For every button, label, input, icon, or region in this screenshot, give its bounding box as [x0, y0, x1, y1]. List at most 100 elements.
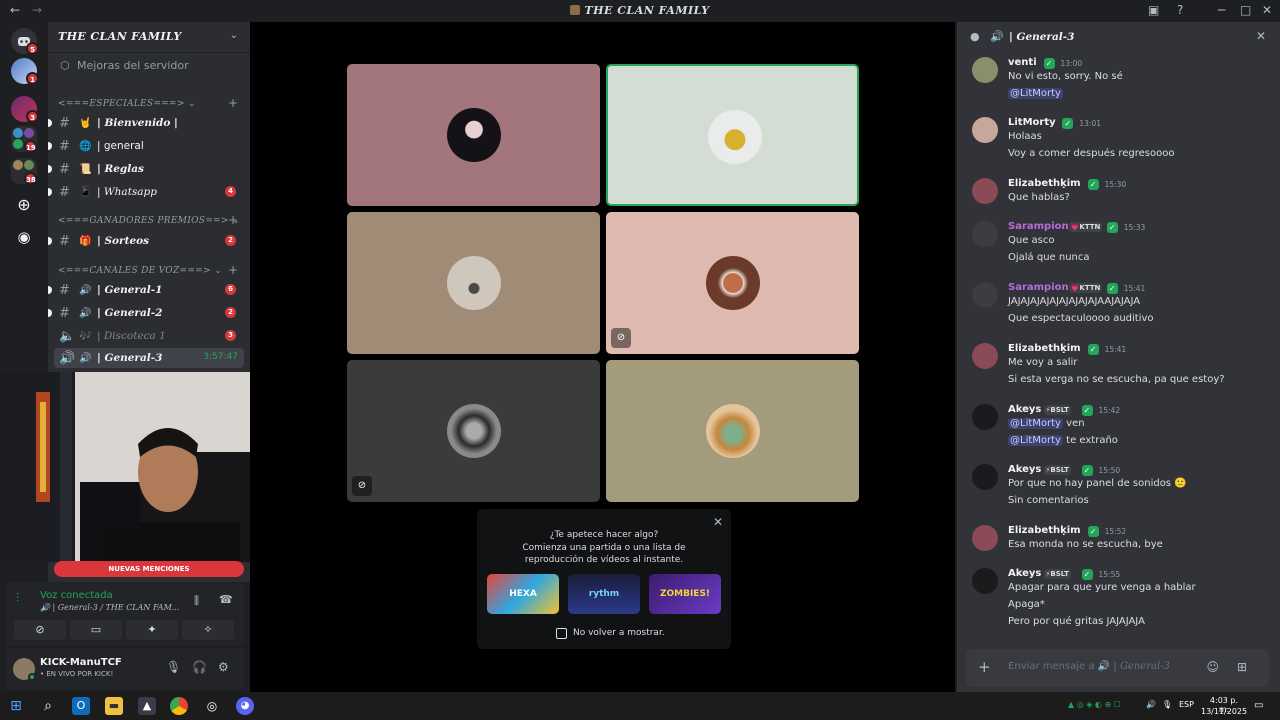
search-icon[interactable]: ⌕ [39, 697, 57, 715]
tray-icons[interactable]: ▲ ◎ ◈ ◐ ⊕ ☐ [1068, 700, 1121, 709]
windows-start-icon[interactable]: ⊞ [7, 697, 25, 715]
category-canales-de-voz[interactable]: <===CANALES DE VOZ===> ⌄ [58, 266, 222, 276]
screen-share-icon[interactable]: ▭ [70, 620, 122, 640]
language-indicator[interactable]: ESP [1179, 700, 1194, 709]
user-mention[interactable]: @LitMorty [1008, 418, 1063, 429]
channel-general-1[interactable]: # 🔊 | General-1 6 [48, 280, 244, 300]
server-folder-icon[interactable]: 19 [11, 126, 37, 153]
date[interactable]: 13/11/2025 [1201, 707, 1247, 716]
emoji-icon[interactable]: ☺ [1206, 660, 1219, 674]
noise-suppression-icon[interactable]: ⫼ [194, 594, 199, 608]
avatar[interactable] [972, 464, 998, 490]
participant-tile[interactable]: ⊘ [606, 212, 859, 354]
message-author[interactable]: Elizabethḳim [1008, 178, 1081, 189]
microphone-icon[interactable]: 🎙 [166, 660, 181, 674]
dont-show-again-checkbox[interactable] [556, 628, 567, 639]
message-author[interactable]: Elizabethḳim [1008, 525, 1081, 536]
signal-icon[interactable]: ⫶ [16, 591, 19, 606]
participant-tile-speaking[interactable] [606, 64, 859, 206]
message-author[interactable]: Sarampion [1008, 282, 1069, 293]
maximize-icon[interactable]: □ [1240, 3, 1251, 17]
username[interactable]: KICK-ManuTCF [40, 657, 122, 668]
app-icon[interactable]: ▲ [138, 697, 156, 715]
channel-whatsapp[interactable]: # 📱 | Whatsapp 4 [48, 182, 244, 202]
apps-icon[interactable]: ⊞ [1237, 660, 1247, 674]
message-author[interactable]: Sarampion [1008, 221, 1069, 232]
inbox-icon[interactable]: ▣ [1148, 3, 1159, 17]
avatar[interactable] [972, 404, 998, 430]
volume-icon[interactable]: 🔊 [1146, 700, 1156, 709]
category-especiales[interactable]: <===ESPECIALES===> ⌄ [58, 99, 196, 109]
add-channel-icon[interactable]: + [228, 96, 238, 110]
server-folder-icon[interactable]: 38 [11, 158, 37, 185]
server-icon[interactable]: 1 [11, 58, 39, 85]
muted-icon: ⊘ [352, 476, 372, 496]
user-mention[interactable]: @LitMorty [1008, 435, 1063, 446]
channel-discoteca-1[interactable]: 🔈 🎶 | Discoteca 1 3 [54, 326, 244, 346]
game-card-rythm[interactable]: rythm [568, 574, 640, 614]
add-server-icon[interactable]: ⊕ [11, 192, 37, 218]
avatar[interactable] [972, 221, 998, 247]
server-boost-link[interactable]: Mejoras del servidor [77, 59, 189, 72]
minimize-icon[interactable]: ─ [1218, 3, 1225, 17]
category-ganadores[interactable]: <===GANADORES PREMIOS==> ⌄ [58, 216, 240, 226]
close-window-icon[interactable]: ✕ [1262, 3, 1272, 17]
help-icon[interactable]: ? [1177, 3, 1183, 17]
chrome-icon[interactable] [170, 697, 188, 715]
avatar[interactable] [972, 178, 998, 204]
discord-home-icon[interactable]: 5 [11, 28, 39, 55]
message-author[interactable]: venti [1008, 57, 1037, 68]
avatar[interactable] [972, 568, 998, 594]
voice-status[interactable]: Voz conectada [40, 590, 113, 601]
notifications-icon[interactable]: ▭ [1254, 700, 1263, 711]
channel-general-2[interactable]: # 🔊 | General-2 2 [48, 303, 244, 323]
discord-taskbar-icon[interactable]: ◕ [236, 697, 254, 715]
server-name[interactable]: THE CLAN FAMILY [58, 30, 182, 43]
channel-bienvenido[interactable]: # 🤘 | Bienvenido | [48, 113, 244, 133]
disconnect-icon[interactable]: ☎ [219, 593, 233, 606]
unread-indicator [48, 188, 52, 196]
add-channel-icon[interactable]: + [228, 263, 238, 277]
participant-tile[interactable] [347, 64, 600, 206]
avatar[interactable] [972, 282, 998, 308]
activities-icon[interactable]: ✦ [126, 620, 178, 640]
outlook-icon[interactable]: O [72, 697, 90, 715]
soundboard-icon[interactable]: ✧ [182, 620, 234, 640]
new-mentions-button[interactable]: NUEVAS MENCIONES [54, 561, 244, 577]
headphones-icon[interactable]: 🎧 [192, 660, 207, 674]
message-author[interactable]: LitMorty [1008, 117, 1056, 128]
close-icon[interactable]: ✕ [713, 515, 723, 529]
voice-channel-link[interactable]: 🔊 | General-3 / THE CLAN FAM... [40, 603, 179, 612]
message-author[interactable]: Akeys [1008, 404, 1041, 415]
chevron-down-icon[interactable]: ⌄ [230, 30, 238, 41]
avatar[interactable] [972, 343, 998, 369]
channel-reglas[interactable]: # 📜 | Reglas [48, 159, 244, 179]
avatar[interactable] [972, 57, 998, 83]
message-author[interactable]: Akeys [1008, 568, 1041, 579]
channel-general-3[interactable]: 🔊 🔊 | General-3 3:57:47 [54, 348, 244, 368]
camera-off-icon[interactable]: ⊘ [14, 620, 66, 640]
message-author[interactable]: Akeys [1008, 464, 1041, 475]
message-input[interactable]: + Enviar mensaje a 🔊 | General-3 ☺ ⊞ [966, 649, 1269, 687]
avatar[interactable] [972, 117, 998, 143]
avatar[interactable] [972, 525, 998, 551]
file-explorer-icon[interactable]: ▬ [105, 697, 123, 715]
discover-icon[interactable]: ◉ [11, 224, 37, 250]
participant-tile[interactable] [606, 360, 859, 502]
server-icon[interactable]: 3 [11, 96, 39, 123]
game-card-zombies[interactable]: ZOMBIES! [649, 574, 721, 614]
settings-gear-icon[interactable]: ⚙ [218, 660, 229, 674]
microphone-icon[interactable]: 🎙 [1162, 700, 1172, 709]
game-card-hexa[interactable]: HEXA [487, 574, 559, 614]
user-mention[interactable]: @LitMorty [1008, 88, 1063, 99]
custom-status: • EN VIVO POR KICK! [40, 670, 114, 678]
channel-general[interactable]: # 🌐 | general [48, 136, 244, 156]
participant-tile[interactable] [347, 212, 600, 354]
obs-icon[interactable]: ◎ [203, 697, 221, 715]
channel-sorteos[interactable]: # 🎁 | Sorteos 2 [48, 231, 244, 251]
add-attachment-icon[interactable]: + [978, 658, 991, 676]
add-channel-icon[interactable]: + [228, 213, 238, 227]
participant-tile[interactable]: ⊘ [347, 360, 600, 502]
close-icon[interactable]: ✕ [1256, 29, 1266, 43]
message-author[interactable]: Elizabethḳim [1008, 343, 1081, 354]
